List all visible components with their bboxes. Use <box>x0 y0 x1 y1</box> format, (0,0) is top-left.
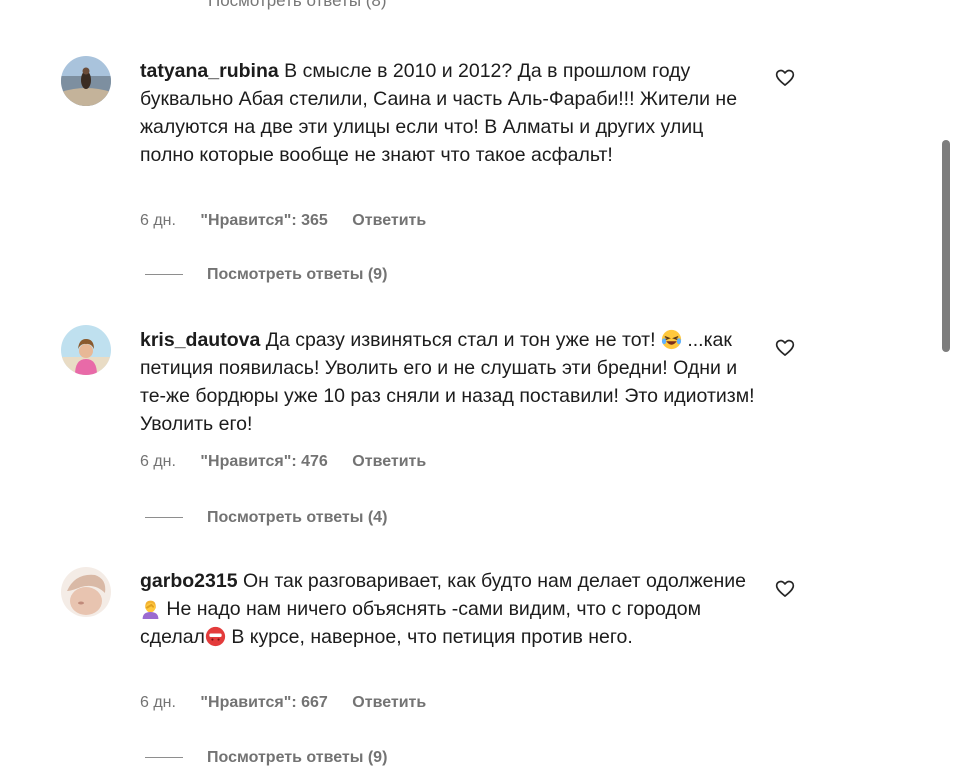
username[interactable]: garbo2315 <box>140 570 238 592</box>
likes-count[interactable]: "Нравится": 365 <box>200 212 327 229</box>
likes-count[interactable]: "Нравится": 476 <box>200 453 327 470</box>
avatar-image <box>61 567 111 617</box>
view-replies-button[interactable]: Посмотреть ответы (9) <box>145 266 387 284</box>
comment-meta: 6 дн. "Нравится": 667 Ответить <box>140 694 446 712</box>
avatar-image <box>61 56 111 106</box>
comment-text-block: tatyana_rubina В смысле в 2010 и 2012? Д… <box>140 57 760 169</box>
view-replies-label: Посмотреть ответы (9) <box>207 266 388 283</box>
replies-divider-line <box>145 274 183 276</box>
comment-time: 6 дн. <box>140 212 176 229</box>
likes-count[interactable]: "Нравится": 667 <box>200 694 327 711</box>
replies-divider-line <box>145 517 183 519</box>
like-heart-icon[interactable] <box>775 579 795 599</box>
comment-meta: 6 дн. "Нравится": 365 Ответить <box>140 212 446 230</box>
laughing-face-emoji <box>661 329 682 350</box>
comment-text-block: garbo2315 Он так разговаривает, как будт… <box>140 567 760 651</box>
username[interactable]: kris_dautova <box>140 329 260 351</box>
like-heart-icon[interactable] <box>775 68 795 88</box>
comment-time: 6 дн. <box>140 453 176 470</box>
reply-button[interactable]: Ответить <box>352 212 426 229</box>
like-heart-icon[interactable] <box>775 338 795 358</box>
comment-text: Да сразу извиняться стал и тон уже не то… <box>265 329 656 351</box>
comment-meta: 6 дн. "Нравится": 476 Ответить <box>140 453 446 471</box>
view-replies-button[interactable]: Посмотреть ответы (9) <box>145 749 387 767</box>
comment-text-block: kris_dautova Да сразу извиняться стал и … <box>140 326 760 438</box>
comment-text-end: В курсе, наверное, что петиция против не… <box>231 626 633 648</box>
replies-divider-line <box>145 757 183 759</box>
reply-button[interactable]: Ответить <box>352 453 426 470</box>
scrollbar-thumb[interactable] <box>942 140 950 352</box>
view-replies-label: Посмотреть ответы (9) <box>207 749 388 766</box>
no-entry-face-emoji <box>205 626 226 647</box>
avatar[interactable] <box>61 567 111 617</box>
username[interactable]: tatyana_rubina <box>140 60 279 82</box>
reply-button[interactable]: Ответить <box>352 694 426 711</box>
avatar[interactable] <box>61 325 111 375</box>
view-replies-button[interactable]: Посмотреть ответы (4) <box>145 509 387 527</box>
avatar-image <box>61 325 111 375</box>
view-replies-cut-off[interactable]: Посмотреть ответы (8) <box>208 0 387 11</box>
person-facepalming-emoji <box>142 600 159 619</box>
comment-text: Он так разговаривает, как будто нам дела… <box>242 570 747 592</box>
comment-time: 6 дн. <box>140 694 176 711</box>
view-replies-label: Посмотреть ответы (4) <box>207 509 388 526</box>
avatar[interactable] <box>61 56 111 106</box>
